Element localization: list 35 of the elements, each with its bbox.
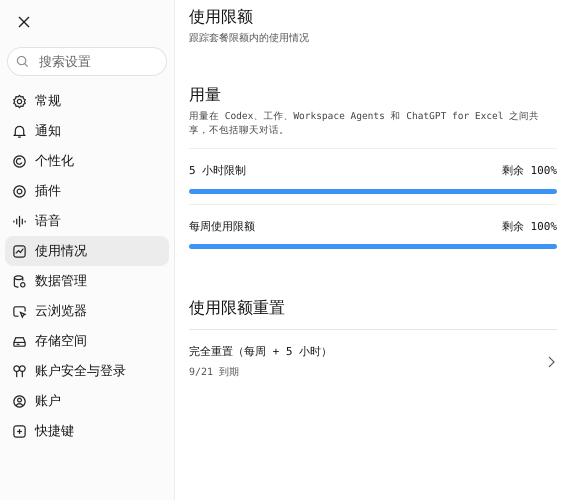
- meter-label: 每周使用限额: [189, 218, 255, 234]
- meter-reading: 剩余 100%: [502, 163, 557, 179]
- user-icon: [12, 394, 27, 408]
- chevron-right-icon[interactable]: [547, 356, 555, 368]
- cursor-window-icon: [12, 304, 27, 318]
- meter-label: 5 小时限制: [189, 163, 246, 179]
- sidebar-item[interactable]: 存储空间: [5, 326, 169, 356]
- sidebar-item[interactable]: 数据管理: [5, 266, 169, 296]
- sidebar-item[interactable]: 账户安全与登录: [5, 356, 169, 386]
- waveform-icon: [12, 214, 27, 228]
- sidebar-item[interactable]: 常规: [5, 86, 169, 116]
- sidebar-item[interactable]: 个性化: [5, 146, 169, 176]
- sidebar-item[interactable]: 账户: [5, 386, 169, 416]
- search-field[interactable]: 搜索设置: [7, 47, 167, 76]
- sidebar-item[interactable]: 云浏览器: [5, 296, 169, 326]
- plus-square-icon: [12, 424, 27, 438]
- database-icon: [12, 274, 27, 288]
- search-icon: [16, 55, 29, 68]
- sidebar-item[interactable]: 快捷键: [5, 416, 169, 446]
- sidebar-item[interactable]: 使用情况: [5, 236, 169, 266]
- page-title: 使用限额: [189, 8, 254, 28]
- section-description: 用量在 Codex、工作、Workspace Agents 和 ChatGPT for Excel 之间共享，不包括聊天对话。: [189, 110, 540, 138]
- chart-icon: [12, 244, 27, 258]
- sidebar-item[interactable]: 语音: [5, 206, 169, 236]
- sidebar-item[interactable]: 插件: [5, 176, 169, 206]
- meter-reading: 剩余 100%: [502, 218, 557, 234]
- reset-expiry: 9/21 到期: [189, 366, 240, 380]
- reset-title: 完全重置（每周 + 5 小时）: [189, 344, 332, 360]
- section-heading: 用量: [189, 86, 222, 106]
- gear-icon: [12, 94, 27, 108]
- close-icon[interactable]: [17, 15, 31, 29]
- bell-icon: [12, 124, 27, 138]
- sidebar-item[interactable]: 通知: [5, 116, 169, 146]
- page-subtitle: 跟踪套餐限额内的使用情况: [189, 32, 310, 46]
- section-heading: 使用限额重置: [189, 299, 286, 319]
